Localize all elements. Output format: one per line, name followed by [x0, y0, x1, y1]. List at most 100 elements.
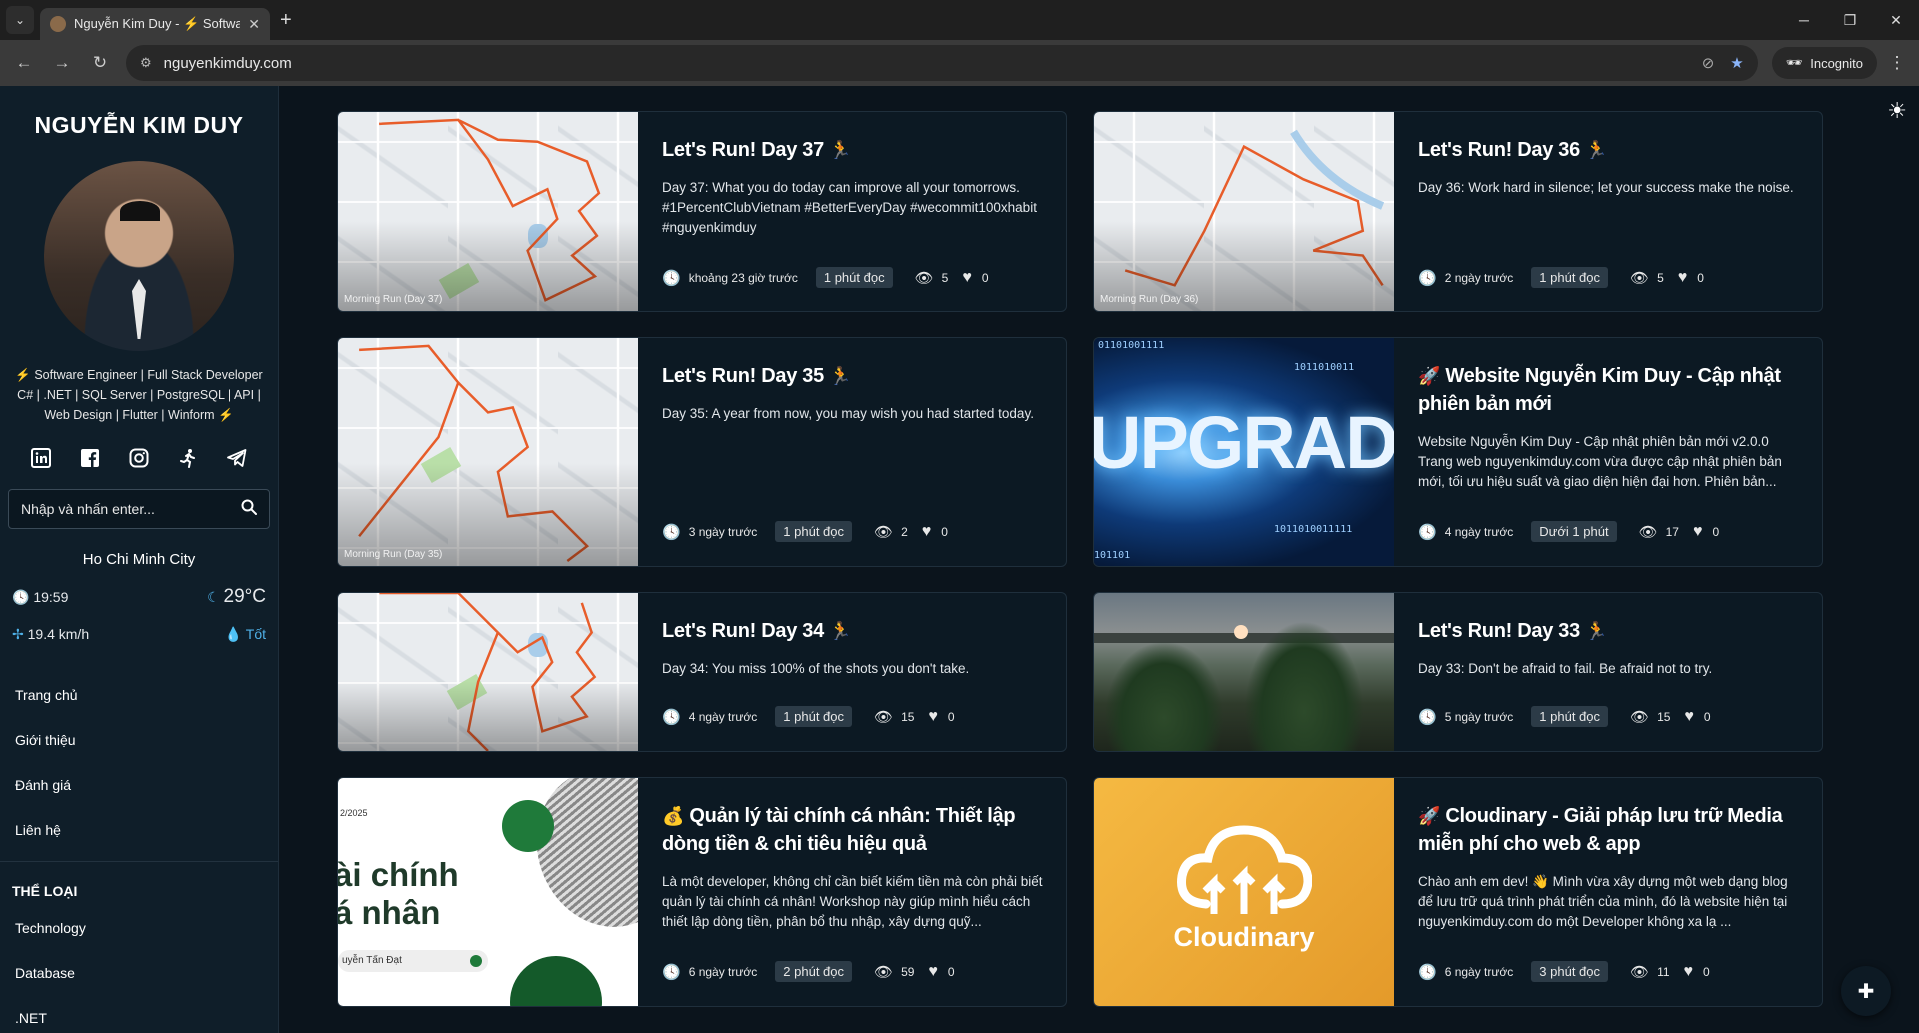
menu-item-reviews[interactable]: Đánh giá [0, 763, 278, 808]
thumb-text: UPGRAD [1094, 401, 1394, 484]
view-count: 2 [901, 524, 908, 539]
thumb-caption: Morning Run (Day 37) [344, 294, 443, 305]
post-title[interactable]: Let's Run! Day 33 🏃 [1418, 617, 1802, 645]
post-meta: 🕓 4 ngày trước Dưới 1 phút 👁 17 ♥ 0 [1418, 521, 1719, 542]
runner-icon: 🏃 [1585, 621, 1608, 641]
like-count: 0 [1703, 964, 1710, 979]
sun-icon[interactable]: ☀ [1887, 98, 1907, 124]
post-title[interactable]: Let's Run! Day 34 🏃 [662, 617, 1046, 645]
clock-icon: 🕓 [662, 523, 681, 541]
money-bag-icon: 💰 [662, 806, 685, 826]
post-title[interactable]: Let's Run! Day 37 🏃 [662, 136, 1046, 164]
heart-icon[interactable]: ♥ [928, 963, 938, 981]
category-list: Technology Database .NET [0, 906, 278, 1033]
heart-icon[interactable]: ♥ [928, 708, 938, 726]
like-count: 0 [1697, 270, 1704, 285]
post-title[interactable]: 🚀 Cloudinary - Giải pháp lưu trữ Media m… [1418, 802, 1802, 858]
read-time-badge: 1 phút đọc [775, 521, 853, 542]
back-button[interactable]: ← [8, 47, 40, 79]
browser-tab[interactable]: Nguyễn Kim Duy - ⚡ Software ✕ [40, 8, 270, 40]
minimize-button[interactable]: ─ [1781, 0, 1827, 40]
thumb-author: uyễn Tấn Đạt [338, 950, 488, 972]
post-time: 2 ngày trước [1444, 270, 1514, 285]
post-body: 💰 Quản lý tài chính cá nhân: Thiết lập d… [662, 802, 1046, 932]
post-body: Let's Run! Day 33 🏃 Day 33: Don't be afr… [1418, 617, 1802, 679]
menu-item-contact[interactable]: Liên hệ [0, 808, 278, 853]
chat-button[interactable]: ✚ [1841, 966, 1891, 1016]
heart-icon[interactable]: ♥ [922, 523, 932, 541]
window-close-button[interactable]: ✕ [1873, 0, 1919, 40]
post-title[interactable]: 💰 Quản lý tài chính cá nhân: Thiết lập d… [662, 802, 1046, 858]
heart-icon[interactable]: ♥ [1693, 523, 1703, 541]
post-time: 6 ngày trước [688, 964, 758, 979]
post-card[interactable]: Morning Run (Day 35) Let's Run! Day 35 🏃… [337, 337, 1067, 567]
site-info-icon[interactable]: ⚙ [140, 55, 152, 71]
browser-menu-icon[interactable]: ⋮ [1883, 53, 1911, 73]
clock-icon: 🕓 [1418, 269, 1437, 287]
post-title[interactable]: Let's Run! Day 36 🏃 [1418, 136, 1802, 164]
read-time-badge: Dưới 1 phút [1531, 521, 1617, 542]
strava-run-icon[interactable] [175, 445, 201, 471]
heart-icon[interactable]: ♥ [962, 269, 972, 287]
view-count: 5 [941, 270, 949, 285]
clock-icon: 🕓 [12, 588, 30, 605]
new-tab-button[interactable]: + [280, 9, 292, 32]
heart-icon[interactable]: ♥ [1684, 708, 1694, 726]
clock-icon: 🕓 [662, 708, 681, 726]
thumb-caption: Morning Run (Day 35) [344, 549, 443, 560]
post-title[interactable]: Let's Run! Day 35 🏃 [662, 362, 1046, 390]
thumb-text: ài chính á nhân [338, 856, 459, 931]
post-thumbnail: 01101001111 1011010011 1011010011111 101… [1094, 338, 1394, 566]
telegram-icon[interactable] [224, 445, 250, 471]
like-count: 0 [941, 524, 948, 539]
category-item-database[interactable]: Database [0, 951, 278, 996]
like-count: 0 [1703, 709, 1711, 724]
url-text: nguyenkimduy.com [163, 54, 292, 72]
eye-off-icon[interactable]: ⊘ [1702, 54, 1715, 72]
address-bar[interactable]: ⚙ nguyenkimduy.com ⊘ ★ [126, 45, 1758, 81]
binary-decoration: 101101 [1094, 550, 1131, 561]
temperature: 29°C [223, 586, 266, 607]
heart-icon[interactable]: ♥ [1678, 269, 1688, 287]
post-card[interactable]: Morning Run (Day 36) Let's Run! Day 36 🏃… [1093, 111, 1823, 312]
green-circle [502, 800, 554, 852]
green-circle [510, 956, 602, 1006]
eye-icon: 👁 [1630, 708, 1650, 726]
category-item-technology[interactable]: Technology [0, 906, 278, 951]
post-card[interactable]: Cloudinary 🚀 Cloudinary - Giải pháp lưu … [1093, 777, 1823, 1007]
tab-search-button[interactable]: ⌄ [6, 6, 34, 34]
bookmark-star-icon[interactable]: ★ [1730, 54, 1743, 72]
heart-icon[interactable]: ♥ [1684, 963, 1694, 981]
main-menu: Trang chủ Giới thiệu Đánh giá Liên hệ [0, 673, 278, 853]
linkedin-icon[interactable] [28, 445, 54, 471]
facebook-icon[interactable] [77, 445, 103, 471]
post-excerpt: Day 37: What you do today can improve al… [662, 180, 1037, 235]
restore-button[interactable]: ❐ [1827, 0, 1873, 40]
post-card[interactable]: 2/2025 ài chính á nhân uyễn Tấn Đạt 💰 Quả… [337, 777, 1067, 1007]
reload-button[interactable]: ↻ [84, 47, 116, 79]
thumb-caption: Morning Run (Day 36) [1100, 294, 1199, 305]
menu-item-about[interactable]: Giới thiệu [0, 718, 278, 763]
search-input[interactable] [21, 501, 241, 517]
binary-decoration: 1011010011 [1294, 362, 1355, 373]
instagram-icon[interactable] [126, 445, 152, 471]
eye-icon: 👁 [874, 523, 894, 541]
post-excerpt: Day 33: Don't be afraid to fail. Be afra… [1418, 661, 1713, 676]
post-title[interactable]: 🚀 Website Nguyễn Kim Duy - Cập nhật phiê… [1418, 362, 1802, 418]
divider [0, 861, 278, 862]
browser-toolbar: ← → ↻ ⚙ nguyenkimduy.com ⊘ ★ 🕶 Incognito… [0, 40, 1919, 86]
forward-button[interactable]: → [46, 47, 78, 79]
view-count: 15 [1657, 709, 1671, 724]
post-card[interactable]: Let's Run! Day 34 🏃 Day 34: You miss 100… [337, 592, 1067, 752]
menu-item-home[interactable]: Trang chủ [0, 673, 278, 718]
post-card[interactable]: Morning Run (Day 37) Let's Run! Day 37 🏃… [337, 111, 1067, 312]
clock-icon: 🕓 [662, 269, 681, 287]
close-icon[interactable]: ✕ [248, 16, 260, 33]
post-card[interactable]: 01101001111 1011010011 1011010011111 101… [1093, 337, 1823, 567]
post-card[interactable]: Let's Run! Day 33 🏃 Day 33: Don't be afr… [1093, 592, 1823, 752]
incognito-badge[interactable]: 🕶 Incognito [1771, 47, 1877, 79]
search-icon[interactable] [241, 499, 257, 520]
weather-row-2: ✢ 19.4 km/h 💧 Tốt [12, 626, 266, 643]
view-count: 59 [901, 964, 915, 979]
category-item-dotnet[interactable]: .NET [0, 996, 278, 1033]
